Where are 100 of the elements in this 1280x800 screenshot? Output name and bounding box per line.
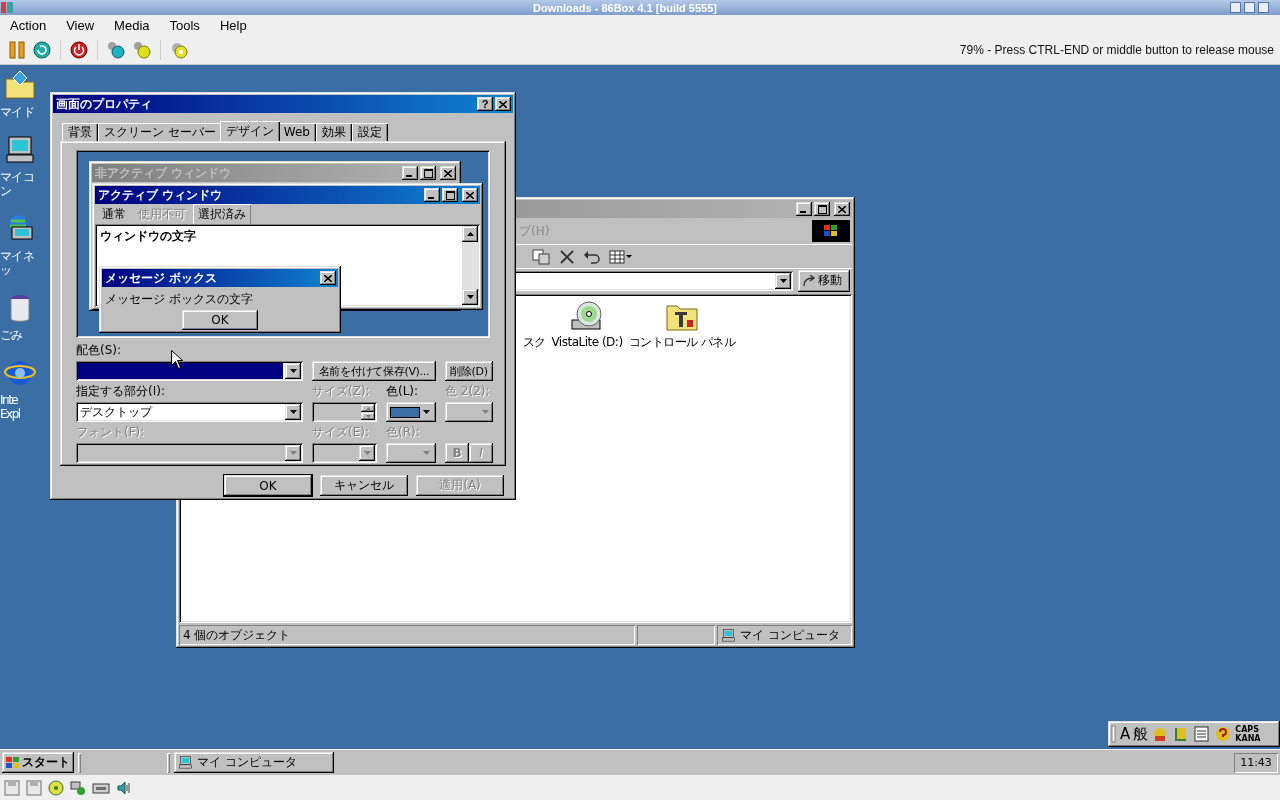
caret-icon: [363, 451, 371, 455]
tab[interactable]: 効果: [316, 123, 352, 141]
tab[interactable]: デザイン: [219, 121, 280, 141]
arrow-icon: [802, 274, 816, 287]
scheme-dropdown[interactable]: [76, 361, 303, 381]
close-icon: [466, 191, 474, 199]
menu-item[interactable]: Help: [219, 17, 247, 33]
caret-icon: [423, 451, 430, 455]
scroll-down-button[interactable]: [462, 289, 478, 305]
tab[interactable]: スクリーン セーバー: [98, 123, 222, 141]
dropdown-button[interactable]: [775, 272, 791, 289]
go-button[interactable]: 移動: [798, 269, 850, 292]
close-button[interactable]: [495, 97, 511, 111]
power-icon[interactable]: [69, 39, 89, 60]
scroll-up-button[interactable]: [462, 226, 478, 242]
close-button[interactable]: [834, 202, 850, 216]
caret-icon: [289, 451, 297, 455]
close-button[interactable]: [440, 166, 456, 180]
network-icon[interactable]: [70, 779, 86, 796]
window-title: Downloads - 86Box 4.1 [build 5555]: [532, 1, 718, 14]
close-icon: [324, 274, 332, 282]
minimize-button[interactable]: [402, 166, 418, 180]
computer-icon: [178, 755, 193, 770]
menu-item[interactable]: 選択済み: [193, 203, 251, 225]
disc-icon[interactable]: [48, 779, 64, 796]
minimize-button[interactable]: [424, 188, 440, 202]
desktop-icon-label[interactable]: マイ コン: [0, 170, 36, 198]
menu-item[interactable]: Tools: [169, 17, 200, 33]
folder-icon: [4, 69, 36, 101]
maximize-button[interactable]: [814, 202, 830, 216]
status-text: 79% - Press CTRL-END or middle button to release mouse: [959, 42, 1274, 57]
ok-button[interactable]: OK: [182, 310, 258, 330]
views-icon[interactable]: [609, 248, 633, 265]
dictionary-icon[interactable]: [1193, 725, 1212, 743]
file-icon-label[interactable]: コントロール パネル: [628, 336, 736, 349]
kana-indicator: KANA: [1235, 734, 1261, 743]
up-arrow-icon: [365, 406, 371, 410]
copy-icon[interactable]: [531, 247, 551, 266]
maximize-button[interactable]: [420, 166, 436, 180]
menu-item[interactable]: 通常: [97, 203, 131, 225]
reset-icon[interactable]: [32, 39, 52, 60]
desktop-icon-label[interactable]: ごみ: [0, 328, 21, 342]
file-icon-label[interactable]: スク: [522, 336, 546, 349]
close-icon: [499, 100, 507, 108]
tab[interactable]: 背景: [62, 123, 98, 141]
minimize-button[interactable]: [796, 202, 812, 216]
save-as-button[interactable]: 名前を付けて保存(V)...: [312, 361, 436, 381]
dropdown-button[interactable]: [285, 404, 301, 420]
desktop-icon-label[interactable]: マイ ネッ: [0, 249, 36, 277]
down-arrow-icon: [365, 414, 371, 418]
dialog-button[interactable]: OK: [224, 475, 312, 496]
caret-icon: [779, 278, 787, 283]
speaker-icon[interactable]: [116, 779, 132, 796]
maximize-icon: [423, 168, 433, 178]
computer-icon: [721, 627, 736, 643]
desktop-icon-label[interactable]: マイ ド: [0, 105, 34, 119]
field-label: 色 2(2):: [445, 384, 491, 399]
app-icon: [0, 1, 14, 14]
menu-item[interactable]: View: [66, 17, 95, 33]
disc-drive-icon: [570, 300, 604, 332]
close-button[interactable]: [320, 271, 336, 285]
caret-icon: [423, 410, 430, 414]
up-arrow-icon: [466, 232, 474, 236]
caret-icon: [289, 410, 297, 414]
field-label: 色(L):: [386, 384, 420, 399]
desktop-icon-label[interactable]: Inte Expl: [0, 393, 36, 421]
delete-icon[interactable]: [559, 248, 575, 265]
start-button[interactable]: スタート: [2, 752, 74, 773]
close-button[interactable]: [462, 188, 478, 202]
file-icon-label[interactable]: VistaLite (D:): [551, 336, 623, 349]
field-label: サイズ(Z):: [312, 384, 371, 399]
dialog-button[interactable]: キャンセル: [320, 475, 408, 496]
active-window-title: アクティブ ウィンドウ: [98, 186, 224, 204]
field-label: サイズ(E):: [312, 425, 370, 440]
computer-icon: [4, 134, 36, 166]
message-text: メッセージ ボックスの文字: [104, 291, 254, 308]
mouse-cursor-icon: [171, 350, 183, 369]
pause-icon[interactable]: [8, 39, 26, 60]
item-dropdown[interactable]: デスクトップ: [76, 402, 303, 422]
dropdown-button[interactable]: [285, 363, 301, 379]
menu-item[interactable]: Media: [114, 17, 150, 33]
maximize-button[interactable]: [442, 188, 458, 202]
tab[interactable]: Web: [277, 123, 316, 141]
caret-icon: [466, 295, 474, 299]
delete-button[interactable]: 削除(D): [445, 361, 493, 381]
ime-kanji-mode[interactable]: 般: [1133, 724, 1149, 744]
color-picker-button[interactable]: [386, 402, 436, 422]
help-icon[interactable]: [1214, 725, 1233, 743]
ime-mode[interactable]: A: [1120, 725, 1131, 743]
maximize-icon: [817, 204, 827, 214]
caret-icon: [289, 369, 297, 373]
clock: 11:43: [1234, 752, 1278, 773]
taskbar-button[interactable]: マイ コンピュータ: [174, 752, 334, 773]
close-icon: [838, 205, 846, 213]
tab[interactable]: 設定: [352, 123, 388, 141]
status-text: マイ コンピュータ: [740, 626, 840, 644]
menu-item[interactable]: Action: [10, 17, 47, 33]
field-label: 色(R):: [386, 425, 421, 440]
help-button[interactable]: ?: [477, 97, 493, 111]
flag-icon: [824, 225, 838, 237]
